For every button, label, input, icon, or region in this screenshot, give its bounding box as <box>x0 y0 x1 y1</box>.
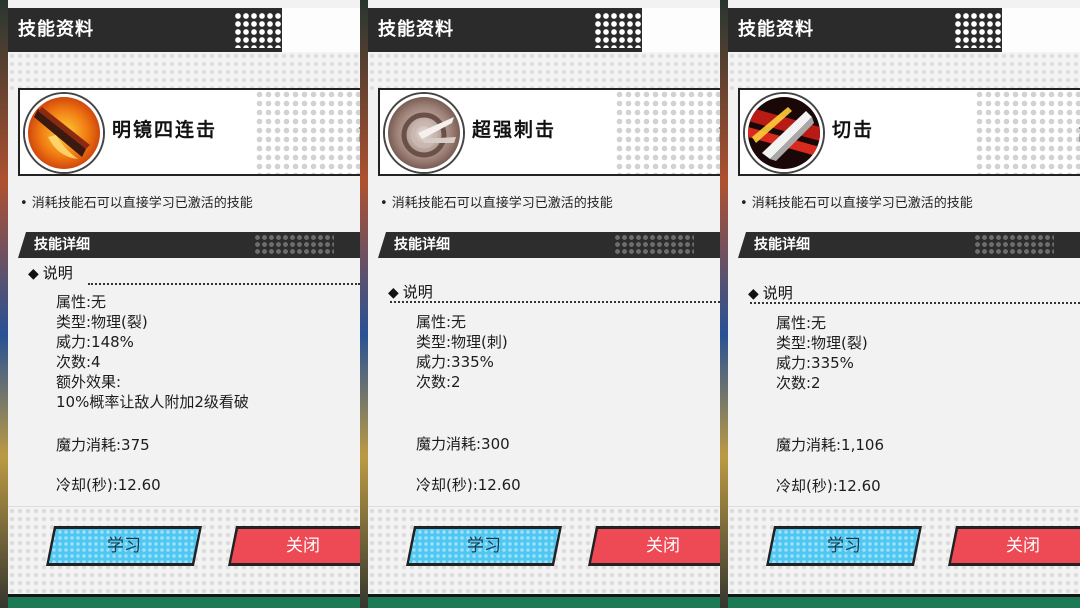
skill-name: 切击 <box>832 119 875 141</box>
dialog-header: 技能资料 <box>368 8 720 52</box>
learn-note: • 消耗技能石可以直接学习已激活的技能 <box>740 196 973 211</box>
stat-list: 属性:无 类型:物理(裂) 威力:148% 次数:4 额外效果: 10%概率让敌… <box>56 292 249 412</box>
close-button[interactable]: 关闭 <box>228 526 360 566</box>
learn-button-label[interactable]: 学习 <box>409 529 559 563</box>
description-heading-label: 说明 <box>402 283 433 301</box>
stat-attribute: 属性:无 <box>56 293 107 311</box>
section-halftone <box>614 234 694 256</box>
mana-cost: 魔力消耗:375 <box>56 436 150 454</box>
halftone-background <box>728 52 1080 92</box>
stat-list: 属性:无 类型:物理(刺) 威力:335% 次数:2 <box>416 312 508 392</box>
learn-note: • 消耗技能石可以直接学习已激活的技能 <box>20 196 253 211</box>
description-heading: ◆ 说明 <box>388 281 433 302</box>
stat-hits: 次数:2 <box>776 374 821 392</box>
dialog-title: 技能资料 <box>378 19 454 40</box>
learn-button[interactable]: 学习 <box>766 526 922 566</box>
stat-power: 威力:335% <box>776 354 854 372</box>
description-heading-label: 说明 <box>762 284 793 302</box>
section-title: 技能详细 <box>394 237 450 253</box>
dialog-header: 技能资料 <box>8 8 360 52</box>
skill-card: 技能资料 <box>8 0 360 597</box>
stat-extra-effect: 10%概率让敌人附加2级看破 <box>56 393 249 411</box>
skill-card: 技能资料 切击 高 • 消耗技能石可以直接学习已激活的技能 技能详细 <box>728 0 1080 597</box>
banner-halftone <box>975 90 1080 174</box>
diamond-icon: ◆ <box>748 286 759 302</box>
dotted-divider <box>750 302 1080 304</box>
learn-button[interactable]: 学习 <box>406 526 562 566</box>
dialog-title: 技能资料 <box>738 19 814 40</box>
close-button[interactable]: 关闭 <box>948 526 1080 566</box>
background-art-strip <box>720 0 728 608</box>
cooldown: 冷却(秒):12.60 <box>776 477 881 495</box>
halftone-decoration <box>954 12 1004 48</box>
skill-name: 超强刺击 <box>472 119 557 141</box>
description-heading: ◆ 说明 <box>748 282 793 303</box>
header-accent <box>642 8 720 52</box>
halftone-background <box>8 52 360 92</box>
stat-attribute: 属性:无 <box>416 313 467 331</box>
learn-button[interactable]: 学习 <box>46 526 202 566</box>
cooldown: 冷却(秒):12.60 <box>416 476 521 494</box>
skill-banner: 明镜四连击 高 <box>18 88 360 176</box>
stat-type: 类型:物理(裂) <box>56 313 148 331</box>
header-accent <box>1002 8 1080 52</box>
stat-attribute: 属性:无 <box>776 314 827 332</box>
halftone-background <box>368 52 720 92</box>
learn-button-label[interactable]: 学习 <box>769 529 919 563</box>
dotted-divider <box>390 301 720 303</box>
dialog-title: 技能资料 <box>18 19 94 40</box>
red-slash-icon <box>745 94 823 172</box>
skill-panel-2: 技能资料 超强刺击 • 消耗技能石可以直接学习已激活的技能 技能详细 ◆ 说明 … <box>360 0 720 608</box>
section-header: 技能详细 <box>18 232 360 258</box>
halftone-decoration <box>594 12 644 48</box>
description-heading-label: 说明 <box>42 264 73 282</box>
learn-button-label[interactable]: 学习 <box>49 529 199 563</box>
header-accent <box>282 8 360 52</box>
description-heading: ◆ 说明 <box>28 262 73 283</box>
stat-hits: 次数:2 <box>416 373 461 391</box>
section-title: 技能详细 <box>34 237 90 253</box>
close-button-label[interactable]: 关闭 <box>591 529 720 563</box>
background-art-strip <box>0 0 8 608</box>
skill-banner: 超强刺击 高 <box>378 88 720 176</box>
banner-halftone <box>615 90 720 174</box>
skill-panel-3: 技能资料 切击 高 • 消耗技能石可以直接学习已激活的技能 技能详细 <box>720 0 1080 608</box>
banner-halftone <box>255 90 360 174</box>
skill-banner: 切击 高 <box>738 88 1080 176</box>
background-art-strip <box>360 0 368 608</box>
skill-card: 技能资料 <box>368 0 720 597</box>
mana-cost: 魔力消耗:300 <box>416 435 510 453</box>
diamond-icon: ◆ <box>388 285 399 301</box>
stat-list: 属性:无 类型:物理(裂) 威力:335% 次数:2 <box>776 313 868 393</box>
diamond-icon: ◆ <box>28 266 39 282</box>
mana-cost: 魔力消耗:1,106 <box>776 436 884 454</box>
close-button-label[interactable]: 关闭 <box>231 529 360 563</box>
stat-hits: 次数:4 <box>56 353 101 371</box>
halftone-decoration <box>234 12 284 48</box>
dotted-divider <box>88 283 360 285</box>
close-button-label[interactable]: 关闭 <box>951 529 1080 563</box>
section-header: 技能详细 <box>738 232 1080 258</box>
stat-extra-label: 额外效果: <box>56 373 122 391</box>
close-button[interactable]: 关闭 <box>588 526 720 566</box>
section-halftone <box>974 234 1054 256</box>
flame-blade-icon <box>25 94 103 172</box>
stat-type: 类型:物理(裂) <box>776 334 868 352</box>
cooldown: 冷却(秒):12.60 <box>56 476 161 494</box>
section-title: 技能详细 <box>754 237 810 253</box>
skill-name: 明镜四连击 <box>112 119 218 141</box>
stat-power: 威力:335% <box>416 353 494 371</box>
learn-note: • 消耗技能石可以直接学习已激活的技能 <box>380 196 613 211</box>
skill-panel-1: 技能资料 明镜四连击 • 消耗技能石可以直接学习已激活的技能 技能详细 ◆ 说明… <box>0 0 360 608</box>
section-halftone <box>254 234 334 256</box>
section-header: 技能详细 <box>378 232 720 258</box>
dialog-header: 技能资料 <box>728 8 1080 52</box>
stat-type: 类型:物理(刺) <box>416 333 508 351</box>
silver-thrust-icon <box>385 94 463 172</box>
stat-power: 威力:148% <box>56 333 134 351</box>
